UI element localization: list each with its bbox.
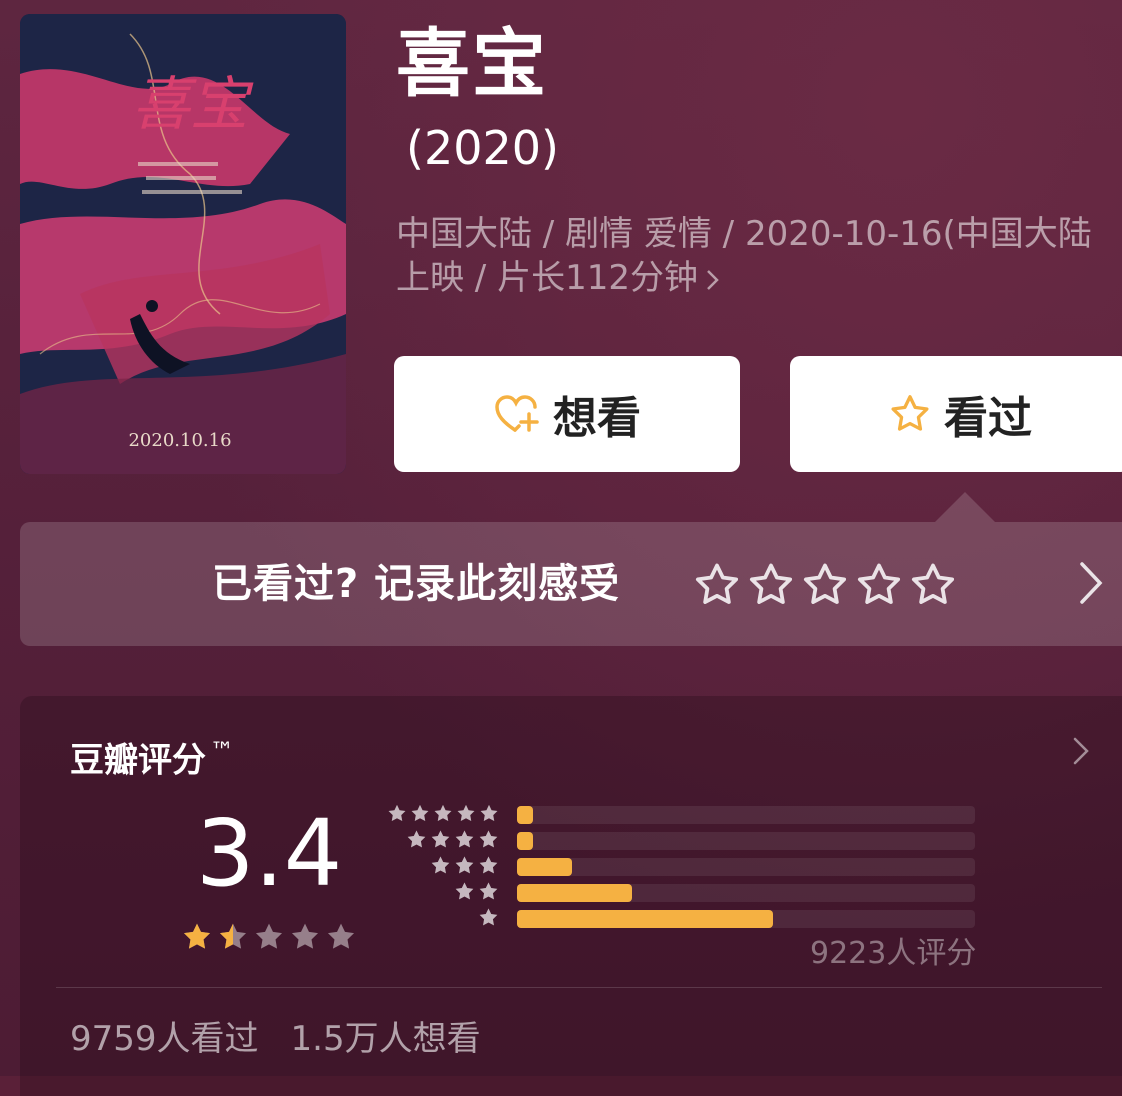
watched-label: 看过: [944, 393, 1032, 444]
poster-artwork: 喜宝 2020.10.16: [20, 14, 346, 474]
distribution-row: [386, 882, 986, 906]
wish-count: 1.5万人想看: [290, 1019, 481, 1059]
score-stars: [180, 920, 358, 954]
heart-plus-icon: [493, 392, 541, 436]
distribution-track: [517, 806, 975, 824]
star-outline-icon: [888, 392, 932, 436]
poster-title-script: 喜宝: [132, 70, 254, 138]
score-star-icon: [255, 923, 283, 949]
distribution-star-icon: [479, 830, 498, 848]
distribution-row: [386, 908, 986, 932]
rate-star-icon: [911, 563, 955, 604]
distribution-track: [517, 858, 975, 876]
watched-count: 9759人看过: [70, 1019, 259, 1059]
rate-star-icon: [803, 563, 847, 604]
want-to-watch-button[interactable]: 想看: [394, 356, 740, 472]
rating-header-label: 豆瓣评分: [70, 740, 206, 781]
distribution-star-icon: [455, 882, 474, 900]
rating-header: 豆瓣评分 ™: [70, 728, 234, 783]
watch-stats: 9759人看过 1.5万人想看: [70, 1016, 481, 1062]
distribution-star-icon: [434, 804, 452, 822]
rate-prompt-text: 已看过? 记录此刻感受: [212, 561, 621, 607]
rate-star-icon: [857, 563, 901, 604]
distribution-star-icon: [455, 856, 474, 874]
movie-meta-line2-wrap: 上映 / 片长112分钟: [396, 256, 1122, 300]
distribution-star-icon: [457, 804, 475, 822]
distribution-star-icon: [455, 830, 474, 848]
distribution-row: [386, 856, 986, 880]
distribution-row: [386, 830, 986, 854]
distribution-stars: [386, 880, 500, 903]
score-star-icon: [327, 923, 355, 949]
distribution-star-icon: [431, 830, 450, 848]
watched-button[interactable]: 看过: [790, 356, 1122, 472]
distribution-row: [386, 804, 986, 828]
rate-stars-input[interactable]: [692, 560, 958, 610]
score-star-icon: [183, 923, 211, 949]
movie-year: (2020): [406, 121, 559, 175]
distribution-star-icon: [411, 804, 429, 822]
distribution-star-icon: [479, 856, 498, 874]
score-star-icon: [219, 923, 247, 949]
distribution-bar: [517, 884, 632, 902]
rating-score: 3.4: [196, 800, 343, 907]
rate-panel-pointer: [935, 492, 995, 522]
distribution-stars: [386, 854, 500, 877]
distribution-track: [517, 884, 975, 902]
distribution-stars: [386, 906, 500, 929]
chevron-right-icon[interactable]: [1072, 736, 1090, 770]
movie-poster[interactable]: 喜宝 2020.10.16: [20, 14, 346, 474]
distribution-bar: [517, 806, 534, 824]
distribution-track: [517, 910, 975, 928]
movie-meta-line1: 中国大陆 / 剧情 爱情 / 2020-10-16(中国大陆: [396, 214, 1092, 254]
rate-star-icon: [749, 563, 793, 604]
movie-meta-line2: 上映 / 片长112分钟: [396, 258, 698, 298]
rate-star-icon: [695, 563, 739, 604]
distribution-star-icon: [431, 856, 450, 874]
score-star-icon: [291, 923, 319, 949]
distribution-star-icon: [388, 804, 406, 822]
distribution-bar: [517, 858, 572, 876]
chevron-right-icon: [706, 258, 720, 298]
want-to-watch-label: 想看: [553, 393, 641, 444]
movie-meta[interactable]: 中国大陆 / 剧情 爱情 / 2020-10-16(中国大陆 上映 / 片长11…: [396, 212, 1122, 300]
chevron-right-icon[interactable]: [1078, 560, 1104, 610]
distribution-star-icon: [407, 830, 426, 848]
distribution-track: [517, 832, 975, 850]
distribution-bar: [517, 832, 534, 850]
distribution-bar: [517, 910, 774, 928]
distribution-star-icon: [479, 908, 498, 926]
distribution-star-icon: [480, 804, 498, 822]
distribution-stars: [386, 828, 500, 851]
distribution-stars: [386, 802, 500, 825]
trademark-mark: ™: [210, 737, 234, 765]
distribution-star-icon: [479, 882, 498, 900]
rating-count: 9223人评分: [810, 936, 977, 971]
movie-title: 喜宝: [396, 21, 548, 107]
divider: [56, 987, 1102, 988]
poster-date: 2020.10.16: [128, 430, 231, 451]
